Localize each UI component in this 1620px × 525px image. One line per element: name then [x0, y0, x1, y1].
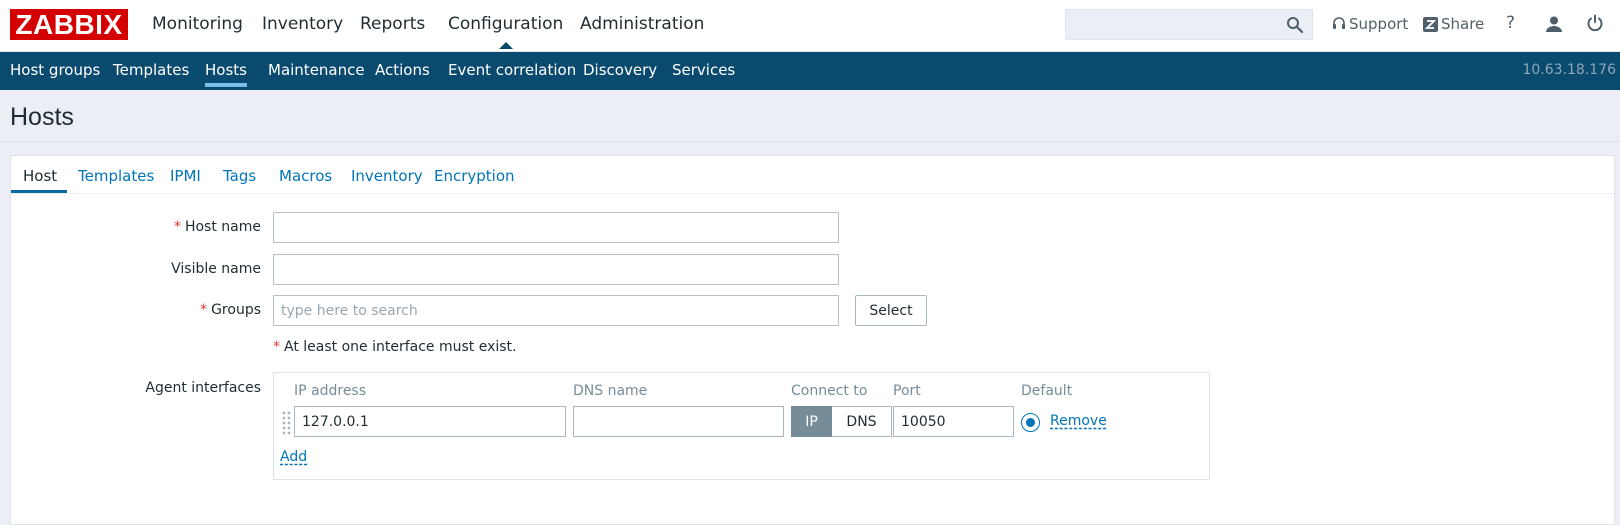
tab-tags[interactable]: Tags — [223, 167, 256, 185]
required-mark: * — [173, 219, 181, 235]
submenu-discovery[interactable]: Discovery — [583, 61, 657, 79]
required-mark: * — [200, 302, 208, 318]
title-divider — [0, 141, 1620, 142]
tab-host[interactable]: Host — [23, 167, 57, 185]
col-default: Default — [1021, 383, 1073, 399]
host-name-label-text: Host name — [184, 219, 261, 235]
groups-search-input[interactable] — [273, 295, 839, 326]
support-label: Support — [1349, 15, 1409, 33]
submenu-actions[interactable]: Actions — [375, 61, 430, 79]
zabbix-share-icon — [1423, 16, 1438, 32]
interface-note-text: At least one interface must exist. — [284, 339, 517, 355]
share-link[interactable]: Share — [1423, 15, 1484, 33]
tab-encryption[interactable]: Encryption — [434, 167, 515, 185]
connect-dns-button[interactable]: DNS — [832, 406, 892, 437]
search-icon[interactable] — [1286, 16, 1304, 34]
dns-name-input[interactable] — [573, 406, 784, 437]
sub-menu: Host groups Templates Hosts Maintenance … — [0, 52, 1620, 90]
page-title: Hosts — [10, 103, 74, 131]
visible-name-input[interactable] — [273, 254, 839, 285]
menu-monitoring[interactable]: Monitoring — [152, 14, 243, 34]
interface-required-note: * At least one interface must exist. — [273, 339, 517, 355]
server-ip: 10.63.18.176 — [1522, 62, 1616, 78]
share-label: Share — [1441, 15, 1485, 33]
connect-ip-button[interactable]: IP — [791, 406, 832, 437]
submenu-services[interactable]: Services — [672, 61, 735, 79]
host-name-input[interactable] — [273, 212, 839, 243]
submenu-maintenance[interactable]: Maintenance — [268, 61, 365, 79]
global-search — [1065, 9, 1313, 40]
help-icon[interactable]: ? — [1506, 13, 1515, 33]
tab-ipmi[interactable]: IPMI — [170, 167, 201, 185]
menu-configuration[interactable]: Configuration — [448, 14, 563, 49]
add-interface-link[interactable]: Add — [280, 449, 307, 465]
menu-inventory[interactable]: Inventory — [262, 14, 343, 34]
agent-interfaces-label-text: Agent interfaces — [145, 380, 261, 396]
tab-templates[interactable]: Templates — [78, 167, 154, 185]
col-dns-name: DNS name — [573, 383, 648, 399]
col-connect-to: Connect to — [791, 383, 868, 399]
col-ip-address: IP address — [294, 383, 367, 399]
remove-interface-link[interactable]: Remove — [1050, 413, 1107, 429]
tab-inventory[interactable]: Inventory — [351, 167, 423, 185]
active-tab-indicator — [11, 190, 67, 193]
user-icon[interactable] — [1545, 15, 1563, 33]
col-port: Port — [893, 383, 921, 399]
default-radio[interactable] — [1021, 413, 1040, 432]
submenu-host-groups[interactable]: Host groups — [10, 61, 100, 79]
menu-reports[interactable]: Reports — [360, 14, 425, 34]
form-tabs: Host Templates IPMI Tags Macros Inventor… — [11, 156, 1614, 194]
submenu-hosts[interactable]: Hosts — [205, 61, 247, 87]
drag-handle-icon[interactable] — [282, 411, 292, 437]
menu-administration[interactable]: Administration — [580, 14, 704, 34]
support-link[interactable]: Support — [1332, 15, 1408, 33]
port-input[interactable] — [893, 406, 1014, 437]
headset-icon — [1332, 17, 1346, 31]
visible-name-label-text: Visible name — [171, 261, 261, 277]
submenu-templates[interactable]: Templates — [113, 61, 189, 79]
groups-label-text: Groups — [211, 302, 261, 318]
connect-to-toggle: IP DNS — [791, 406, 892, 437]
submenu-event-correlation[interactable]: Event correlation — [448, 61, 576, 79]
power-icon[interactable] — [1586, 14, 1604, 32]
zabbix-logo[interactable]: ZABBIX — [10, 9, 128, 40]
host-form-panel: Host Templates IPMI Tags Macros Inventor… — [10, 155, 1615, 525]
required-mark: * — [273, 339, 280, 355]
tab-macros[interactable]: Macros — [279, 167, 332, 185]
ip-address-input[interactable] — [294, 406, 566, 437]
agent-interfaces-table: IP address DNS name Connect to Port Defa… — [273, 372, 1210, 480]
groups-select-button[interactable]: Select — [855, 295, 927, 326]
search-input[interactable] — [1066, 10, 1281, 39]
top-navigation-bar: ZABBIX Monitoring Inventory Reports Conf… — [0, 0, 1620, 52]
